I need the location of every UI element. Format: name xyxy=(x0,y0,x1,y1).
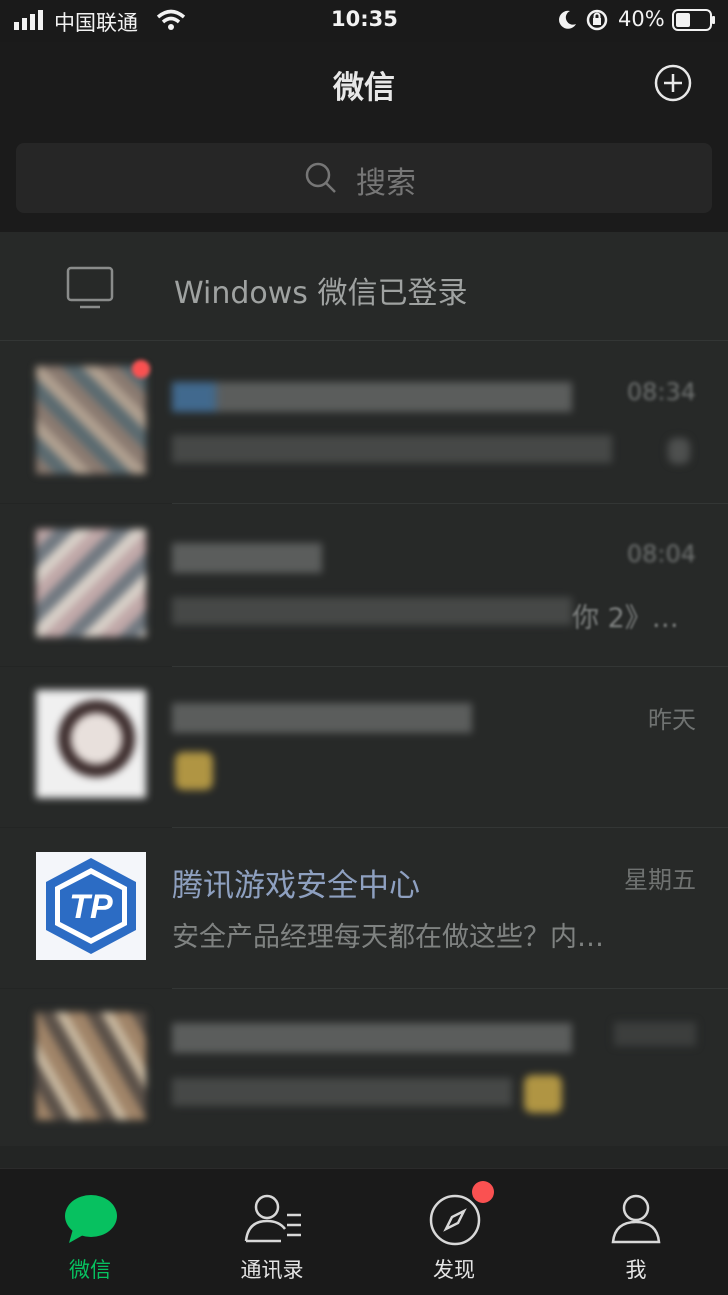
notification-badge xyxy=(472,1181,494,1203)
tencent-tp-logo: TP xyxy=(36,852,146,960)
page-title: 微信 xyxy=(333,70,395,106)
svg-text:TP: TP xyxy=(69,888,113,926)
mute-icon xyxy=(668,438,690,464)
chat-name: 腾讯游戏安全中心 xyxy=(172,868,420,904)
carrier-label: 中国联通 xyxy=(54,11,138,35)
chat-message-blurred xyxy=(172,597,572,625)
chat-time-blurred xyxy=(614,1022,696,1046)
signal-icon xyxy=(14,10,48,34)
chat-time: 星期五 xyxy=(624,866,696,894)
chat-name-blurred xyxy=(172,382,572,412)
tab-label-me: 我 xyxy=(625,1258,647,1282)
chat-name-blurred xyxy=(172,703,472,733)
chat-bubble-icon xyxy=(63,1193,119,1249)
chat-time: 08:34 xyxy=(626,378,696,406)
avatar xyxy=(36,690,146,798)
plus-circle-icon[interactable] xyxy=(653,63,693,107)
person-icon xyxy=(610,1193,662,1249)
avatar xyxy=(36,366,146,474)
chat-message-blurred xyxy=(172,435,612,463)
chat-message-blurred xyxy=(172,1078,512,1106)
login-notice-text: Windows 微信已登录 xyxy=(174,276,468,311)
avatar xyxy=(36,529,146,637)
chat-message-tail: 你 2》… xyxy=(572,603,679,634)
battery-icon xyxy=(672,9,716,35)
chat-time: 昨天 xyxy=(648,706,696,734)
monitor-icon xyxy=(66,266,114,314)
wifi-icon xyxy=(156,9,186,35)
search-placeholder: 搜索 xyxy=(356,166,416,201)
clock: 10:35 xyxy=(331,7,398,31)
chat-time: 08:04 xyxy=(626,540,696,568)
chat-message: 安全产品经理每天都在做这些？内… xyxy=(172,922,604,953)
battery-percent: 40% xyxy=(618,7,665,31)
contacts-icon xyxy=(243,1193,303,1249)
compass-icon xyxy=(428,1193,482,1251)
chat-name-blurred xyxy=(172,543,322,573)
unread-dot xyxy=(132,360,150,378)
avatar xyxy=(36,1012,146,1120)
emoji-blurred xyxy=(175,752,213,790)
tab-label-discover: 发现 xyxy=(433,1258,475,1282)
moon-icon xyxy=(556,9,578,35)
search-icon xyxy=(304,161,338,199)
emoji-blurred xyxy=(524,1075,562,1113)
orientation-lock-icon xyxy=(586,9,608,35)
tab-label-contacts: 通讯录 xyxy=(240,1258,304,1282)
tab-label-chats: 微信 xyxy=(69,1258,111,1282)
chat-name-blurred xyxy=(172,1023,572,1053)
